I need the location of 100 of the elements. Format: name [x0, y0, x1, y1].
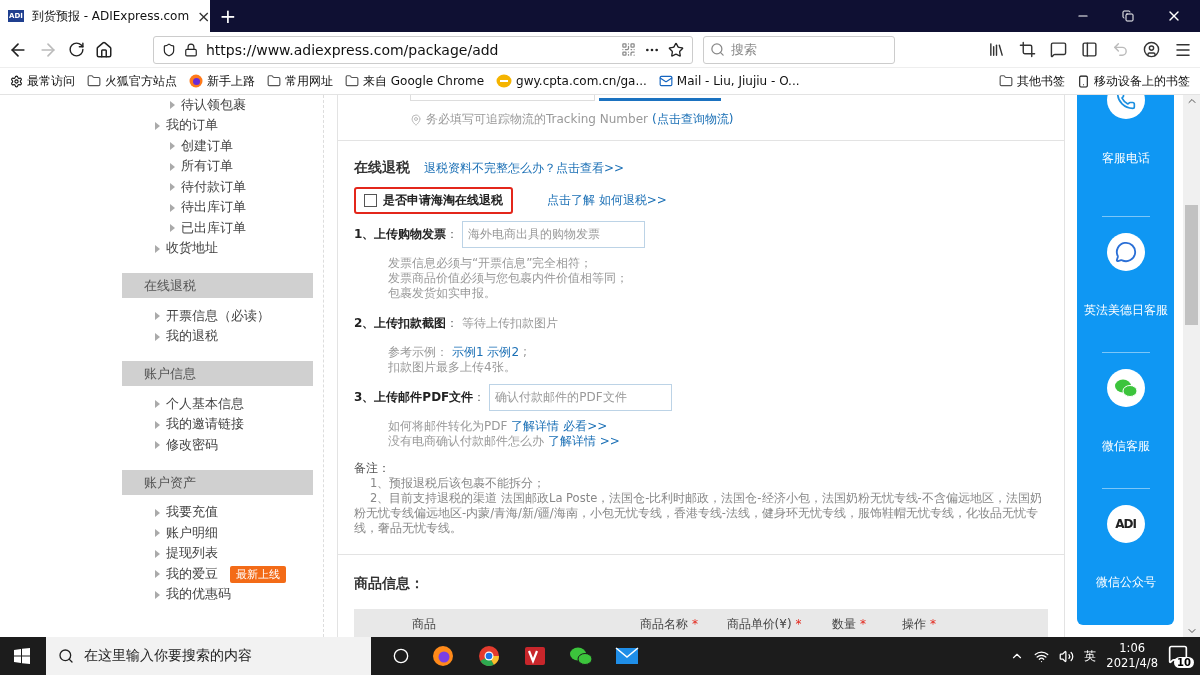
bookmark[interactable]: 最常访问	[27, 72, 75, 90]
bookmark[interactable]: 新手上路	[207, 72, 255, 90]
scrollbar[interactable]	[1183, 95, 1200, 637]
chrome-icon[interactable]	[477, 644, 501, 668]
service-icon-circle[interactable]: ADI	[1106, 505, 1145, 543]
lock-icon	[184, 42, 198, 57]
arrow-icon	[170, 101, 175, 110]
folder-icon	[267, 74, 281, 88]
note-text: 扣款图片最多上传4张。	[388, 360, 516, 375]
bookmark[interactable]: 常用网址	[285, 72, 333, 90]
address-bar[interactable]: https://www.adiexpress.com/package/add	[153, 35, 693, 64]
bookmark[interactable]: 火狐官方站点	[105, 72, 177, 90]
arrow-icon	[155, 529, 160, 538]
checkbox-label: 是否申请海淘在线退税	[383, 192, 503, 209]
sidebar-item[interactable]: 待出库订单	[181, 199, 246, 217]
sidebar-item[interactable]: 我的优惠码	[166, 586, 231, 604]
column-header: 操作 *	[901, 615, 937, 633]
checkbox[interactable]	[364, 194, 377, 207]
note-text: 发票商品价值必须与您包裹内件价值相等同；	[388, 271, 628, 286]
sidebar-item[interactable]: 账户明细	[166, 524, 218, 542]
task-view-icon[interactable]	[393, 648, 409, 664]
note-text: ;	[523, 345, 528, 360]
bookmark[interactable]: Mail - Liu, Jiujiu - O...	[676, 74, 800, 88]
column-header: 数量 *	[831, 615, 867, 633]
message-icon[interactable]	[1050, 40, 1067, 58]
note-text: 发票信息必须与“开票信息”完全相符；	[388, 256, 593, 271]
help-link[interactable]: 退税资料不完整怎么办？点击查看>>	[424, 159, 625, 177]
star-icon[interactable]	[668, 41, 684, 58]
library-icon[interactable]	[988, 40, 1005, 58]
chat-bubbles-icon	[1113, 378, 1138, 398]
sidebar-item[interactable]: 创建订单	[181, 137, 233, 155]
logo: ADI	[1115, 517, 1136, 531]
folder-icon	[87, 74, 101, 88]
note-link[interactable]: 示例1 示例2	[452, 345, 520, 360]
new-tab-button[interactable]: +	[210, 0, 246, 32]
chat-icon	[1114, 241, 1137, 263]
service-icon-circle[interactable]	[1106, 369, 1145, 407]
sidebar-item[interactable]: 收货地址	[166, 240, 218, 258]
track-link[interactable]: (点击查询物流)	[652, 111, 734, 128]
arrow-icon	[155, 121, 160, 130]
note-link[interactable]: 了解详情 必看>>	[511, 419, 608, 434]
sidebar-item[interactable]: 已出库订单	[181, 219, 246, 237]
sidebar-item[interactable]: 我的邀请链接	[166, 416, 244, 434]
sidebar-item[interactable]: 待付款订单	[181, 178, 246, 196]
sidebar-item[interactable]: 我要充值	[166, 504, 218, 522]
sidebar-item[interactable]: 待认领包裹	[181, 96, 246, 114]
app-icon[interactable]	[523, 644, 547, 668]
column-header: 商品	[411, 615, 437, 633]
tab-title: 到货预报 - ADIExpress.com	[31, 7, 190, 25]
input-method[interactable]: 英	[1084, 647, 1097, 665]
tax-refund-option[interactable]: 是否申请海淘在线退税	[354, 187, 513, 214]
sidebar-icon[interactable]	[1081, 40, 1098, 58]
search-placeholder: 在这里输入你要搜索的内容	[84, 647, 252, 665]
clock[interactable]: 1:06 2021/4/8	[1106, 641, 1158, 671]
column-header: 商品名称 *	[639, 615, 699, 633]
search-icon	[710, 42, 725, 57]
note-text: 参考示例：	[388, 345, 448, 360]
sidebar-item[interactable]: 所有订单	[181, 158, 233, 176]
firefox-icon[interactable]	[431, 644, 455, 668]
bookmark[interactable]: 其他书签	[1017, 72, 1065, 90]
status-text: 等待上传扣款图片	[462, 314, 559, 332]
close-tab-button[interactable]: ×	[197, 6, 211, 26]
arrow-icon	[155, 400, 160, 409]
sidebar-item[interactable]: 我的爱豆	[166, 565, 218, 583]
home-icon[interactable]	[95, 40, 113, 59]
reload-icon[interactable]	[68, 41, 85, 58]
arrow-icon	[155, 570, 160, 579]
input-field[interactable]: 确认付款邮件的PDF文件	[489, 383, 673, 411]
bookmark[interactable]: 移动设备上的书签	[1094, 72, 1190, 90]
sidebar-item[interactable]: 修改密码	[166, 436, 218, 454]
crop-icon[interactable]	[1019, 40, 1036, 58]
account-icon[interactable]	[1143, 40, 1160, 58]
bookmark[interactable]: 来自 Google Chrome	[363, 72, 484, 90]
scroll-thumb[interactable]	[1185, 205, 1198, 325]
sidebar-item[interactable]: 我的订单	[166, 117, 218, 135]
service-icon-circle[interactable]	[1106, 233, 1145, 271]
wifi-icon[interactable]	[1034, 648, 1050, 664]
bookmark[interactable]: gwy.cpta.com.cn/ga...	[516, 74, 647, 88]
sidebar-section-title: 账户资产	[122, 469, 313, 495]
note-text: 包裹发货如实申报。	[388, 286, 496, 301]
pin-icon	[410, 113, 422, 126]
note-text: 没有电商确认付款邮件怎么办	[388, 434, 544, 449]
sidebar-item[interactable]: 我的退税	[166, 328, 218, 346]
sidebar-item[interactable]: 提现列表	[166, 545, 218, 563]
taskbar-search-field[interactable]: 在这里输入你要搜索的内容	[46, 637, 371, 675]
step-label: 2、上传扣款截图	[354, 314, 447, 332]
volume-icon[interactable]	[1059, 648, 1075, 664]
qr-code-icon[interactable]	[621, 42, 636, 57]
search-field[interactable]: 搜索	[703, 35, 895, 64]
sidebar-section-title: 在线退税	[122, 273, 313, 298]
sidebar-item[interactable]: 个人基本信息	[166, 395, 244, 413]
input-field[interactable]: 海外电商出具的购物发票	[462, 220, 646, 248]
note-text: 如何将邮件转化为PDF	[388, 419, 508, 434]
how-link[interactable]: 点击了解 如何退税>>	[547, 192, 667, 209]
remark-text: 2、目前支持退税的渠道 法国邮政La Poste，法国仓-比利时邮政，法国仓-经济小包，法国奶粉无忧专线-不含偏远地区，法国奶粉无忧专线偏远地区-内蒙/青海/新/疆/海南，小包无忧专线，香港专线-法线，健身环无忧专线，服饰鞋帽无忧专线，化妆品无忧专线，奢品无忧专线。	[354, 491, 1043, 536]
colon: ：	[473, 388, 486, 406]
restore-icon[interactable]	[1122, 10, 1134, 22]
new-badge: 最新上线	[230, 565, 286, 583]
note-link[interactable]: 了解详情 >>	[548, 434, 620, 449]
sidebar-item[interactable]: 开票信息（必读）	[166, 307, 270, 325]
